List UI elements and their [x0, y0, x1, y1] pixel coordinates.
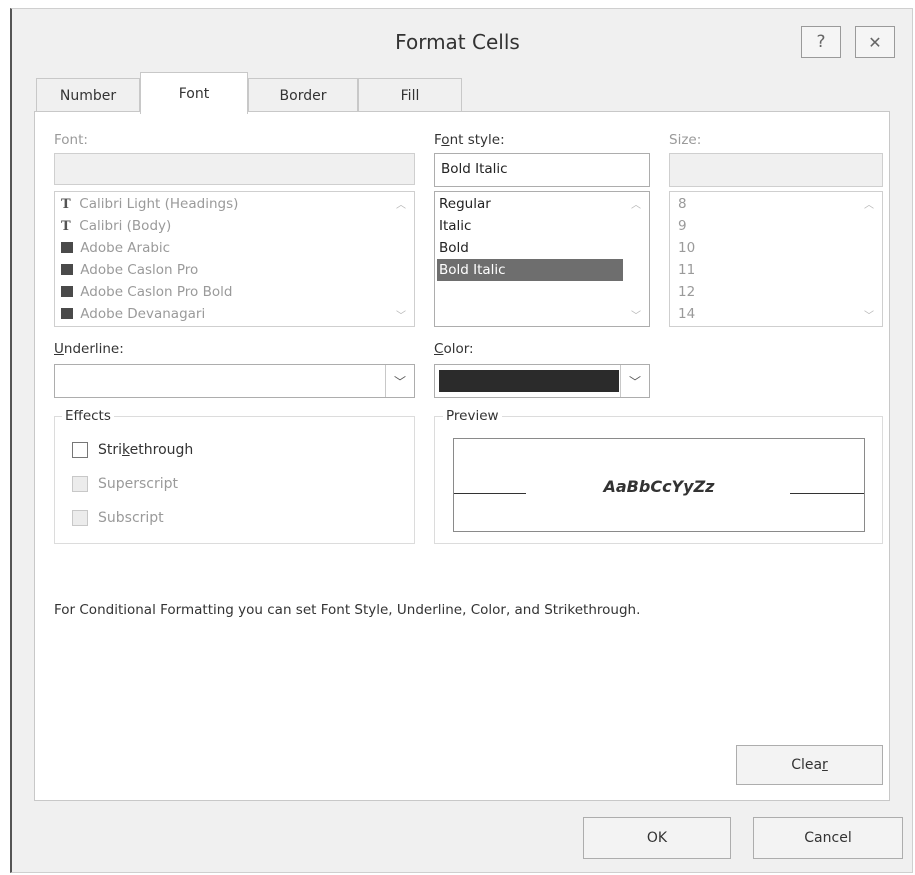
- font-style-item[interactable]: Bold: [439, 237, 469, 259]
- font-style-item[interactable]: Italic: [439, 215, 471, 237]
- subscript-checkbox[interactable]: [72, 510, 88, 526]
- size-input[interactable]: [669, 153, 883, 187]
- font-list-item[interactable]: Adobe Caslon Pro Bold: [61, 281, 232, 303]
- color-picker[interactable]: ﹀: [434, 364, 650, 398]
- clear-button[interactable]: Clear: [736, 745, 883, 785]
- cancel-button[interactable]: Cancel: [753, 817, 903, 859]
- help-icon: ?: [816, 32, 826, 52]
- tab-label: Number: [59, 87, 117, 104]
- truetype-icon: T: [61, 197, 71, 212]
- tab-font[interactable]: Font: [140, 72, 248, 114]
- strikethrough-checkbox[interactable]: [72, 442, 88, 458]
- color-label: Color:: [434, 341, 474, 357]
- conditional-formatting-note: For Conditional Formatting you can set F…: [54, 602, 641, 618]
- scroll-down-icon[interactable]: ﹀: [631, 307, 641, 322]
- ok-button[interactable]: OK: [583, 817, 731, 859]
- font-list-item[interactable]: Adobe Devanagari: [61, 303, 205, 325]
- font-style-item[interactable]: Regular: [439, 193, 491, 215]
- cancel-label: Cancel: [804, 830, 852, 846]
- size-item[interactable]: 11: [678, 259, 695, 281]
- clear-label: Clear: [791, 757, 828, 773]
- superscript-option[interactable]: Superscript: [72, 476, 178, 492]
- tab-fill[interactable]: Fill: [358, 78, 462, 112]
- underline-label: Underline:: [54, 341, 124, 357]
- scroll-up-icon[interactable]: ︿: [631, 196, 641, 211]
- preview-title: Preview: [443, 408, 502, 424]
- size-item[interactable]: 12: [678, 281, 695, 303]
- strikethrough-option[interactable]: Strikethrough: [72, 442, 193, 458]
- superscript-label: Superscript: [98, 476, 179, 492]
- close-icon: ✕: [868, 32, 882, 52]
- tab-label: Border: [279, 87, 327, 104]
- scroll-down-icon[interactable]: ﹀: [864, 307, 874, 322]
- font-style-item-selected[interactable]: Bold Italic: [437, 259, 623, 281]
- color-swatch: [439, 370, 619, 392]
- truetype-icon: T: [61, 219, 71, 234]
- underline-select[interactable]: ﹀: [54, 364, 415, 398]
- printer-font-icon: [61, 308, 73, 319]
- font-input[interactable]: [54, 153, 415, 185]
- superscript-checkbox[interactable]: [72, 476, 88, 492]
- scroll-up-icon[interactable]: ︿: [864, 196, 874, 211]
- font-style-input[interactable]: Bold Italic: [434, 153, 650, 187]
- font-list-item[interactable]: T Calibri Light (Headings): [61, 193, 238, 215]
- scroll-up-icon[interactable]: ︿: [396, 196, 406, 211]
- effects-title: Effects: [62, 408, 114, 424]
- font-list[interactable]: T Calibri Light (Headings) T Calibri (Bo…: [54, 191, 415, 327]
- font-label: Font:: [54, 132, 88, 148]
- tab-label: Font: [178, 85, 210, 102]
- size-item[interactable]: 8: [678, 193, 687, 215]
- font-style-label: Font style:: [434, 132, 505, 148]
- font-list-item[interactable]: Adobe Caslon Pro: [61, 259, 198, 281]
- font-list-item[interactable]: Adobe Arabic: [61, 237, 170, 259]
- dialog-title: Format Cells: [395, 30, 520, 54]
- subscript-label: Subscript: [98, 510, 164, 526]
- chevron-down-icon[interactable]: ﹀: [620, 365, 649, 397]
- size-item[interactable]: 14: [678, 303, 695, 325]
- printer-font-icon: [61, 286, 73, 297]
- size-item[interactable]: 10: [678, 237, 695, 259]
- tab-border[interactable]: Border: [248, 78, 358, 112]
- size-label: Size:: [669, 132, 702, 148]
- font-list-item[interactable]: T Calibri (Body): [61, 215, 171, 237]
- scroll-down-icon[interactable]: ﹀: [396, 307, 406, 322]
- tab-number[interactable]: Number: [36, 78, 140, 112]
- ok-label: OK: [646, 830, 668, 846]
- printer-font-icon: [61, 242, 73, 253]
- close-button[interactable]: ✕: [855, 26, 895, 58]
- preview-box: AaBbCcYyZz: [453, 438, 865, 532]
- help-button[interactable]: ?: [801, 26, 841, 58]
- tab-label: Fill: [400, 87, 420, 104]
- chevron-down-icon[interactable]: ﹀: [385, 365, 414, 397]
- font-style-list[interactable]: Regular Italic Bold Bold Italic ︿ ﹀: [434, 191, 650, 327]
- subscript-option[interactable]: Subscript: [72, 510, 164, 526]
- preview-sample-text: AaBbCcYyZz: [603, 477, 715, 496]
- printer-font-icon: [61, 264, 73, 275]
- size-list[interactable]: 8 9 10 11 12 14 ︿ ﹀: [669, 191, 883, 327]
- size-item[interactable]: 9: [678, 215, 687, 237]
- strikethrough-label: Strikethrough: [98, 442, 194, 458]
